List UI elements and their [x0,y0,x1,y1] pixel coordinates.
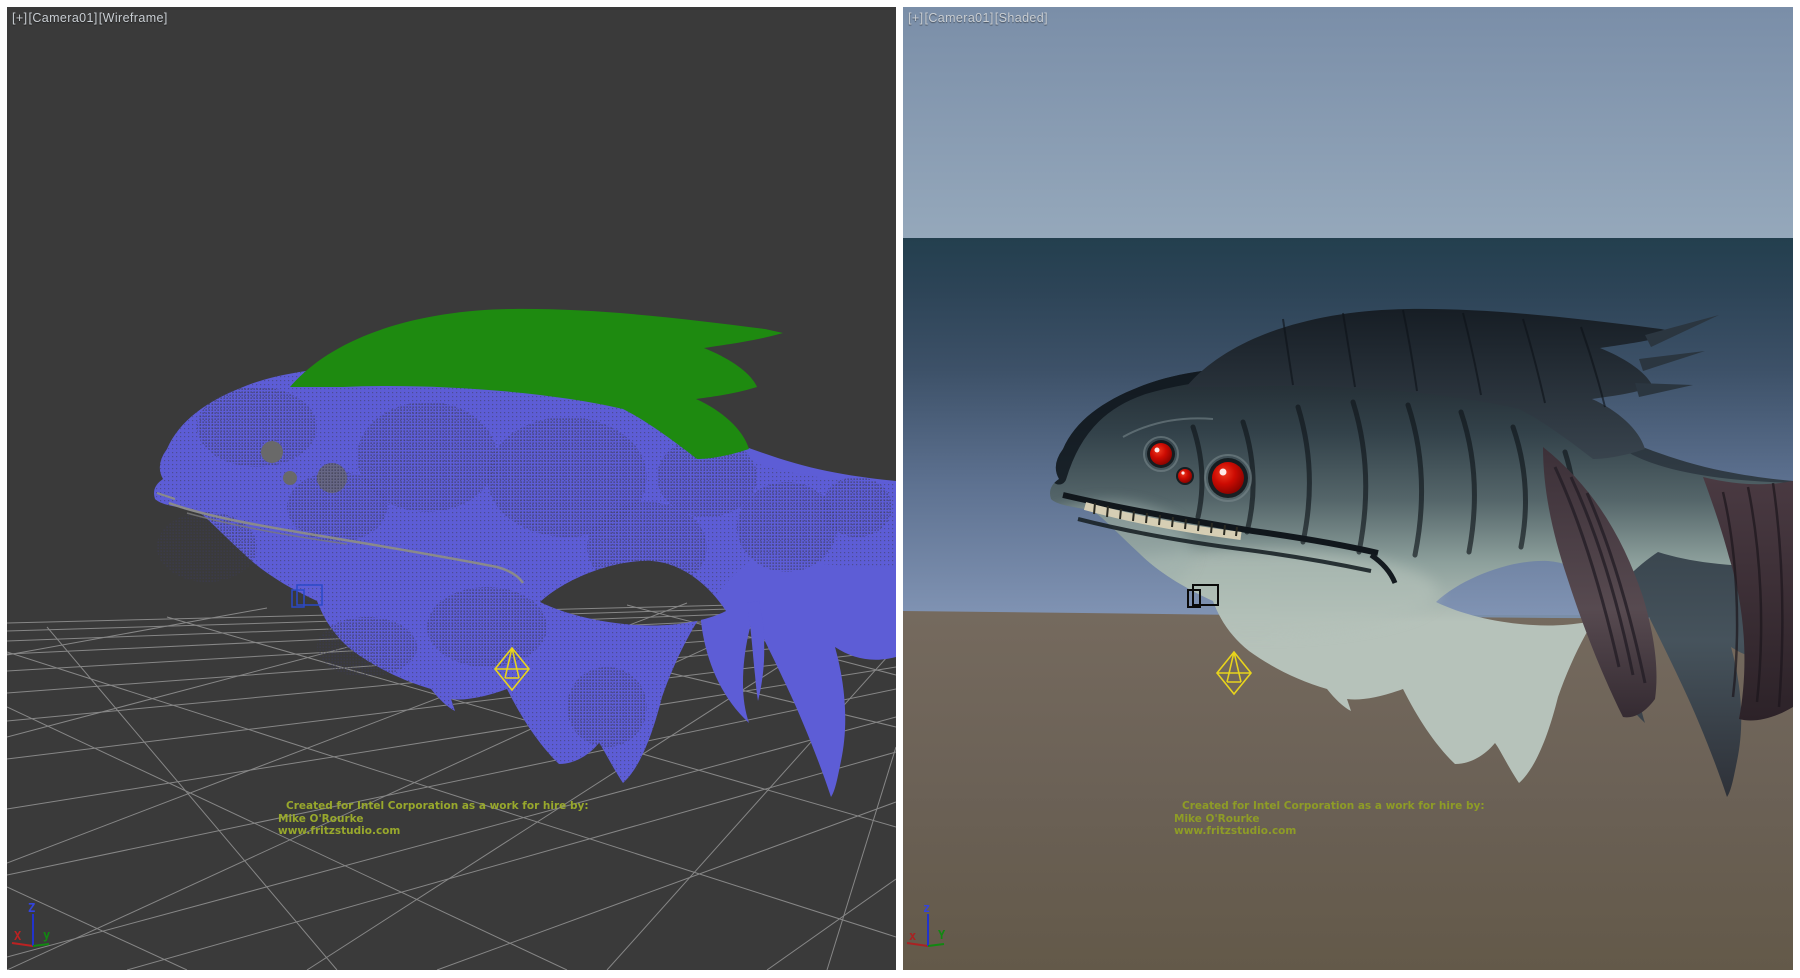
axis-z-label: z [923,901,930,915]
viewport-shading-menu[interactable]: [Shaded] [995,11,1048,25]
axis-y-label: y [43,928,50,942]
viewport-pov-menu[interactable]: [Camera01] [28,11,97,25]
watermark-text: Created for Intel Corporation as a work … [1174,800,1485,838]
viewport-shaded[interactable]: x z Y [+][Camera01][Shaded] Created for … [903,7,1793,970]
sky-upper [903,7,1793,238]
viewport-general-menu[interactable]: [+] [908,11,923,25]
watermark-text: Created for Intel Corporation as a work … [278,800,589,838]
axis-y-label: Y [938,928,946,942]
axis-x-label: x [909,929,916,943]
axis-z-label: Z [28,901,35,915]
viewport-label: [+][Camera01][Wireframe] [12,11,169,25]
viewport-pov-menu[interactable]: [Camera01] [924,11,993,25]
viewport-label: [+][Camera01][Shaded] [908,11,1049,25]
axis-x-label: X [14,929,22,943]
viewport-layout: X Z y [+][Camera01][Wireframe] Created f… [0,0,1800,978]
viewport-wireframe[interactable]: X Z y [+][Camera01][Wireframe] Created f… [7,7,896,970]
viewport-general-menu[interactable]: [+] [12,11,27,25]
viewport-shading-menu[interactable]: [Wireframe] [99,11,168,25]
